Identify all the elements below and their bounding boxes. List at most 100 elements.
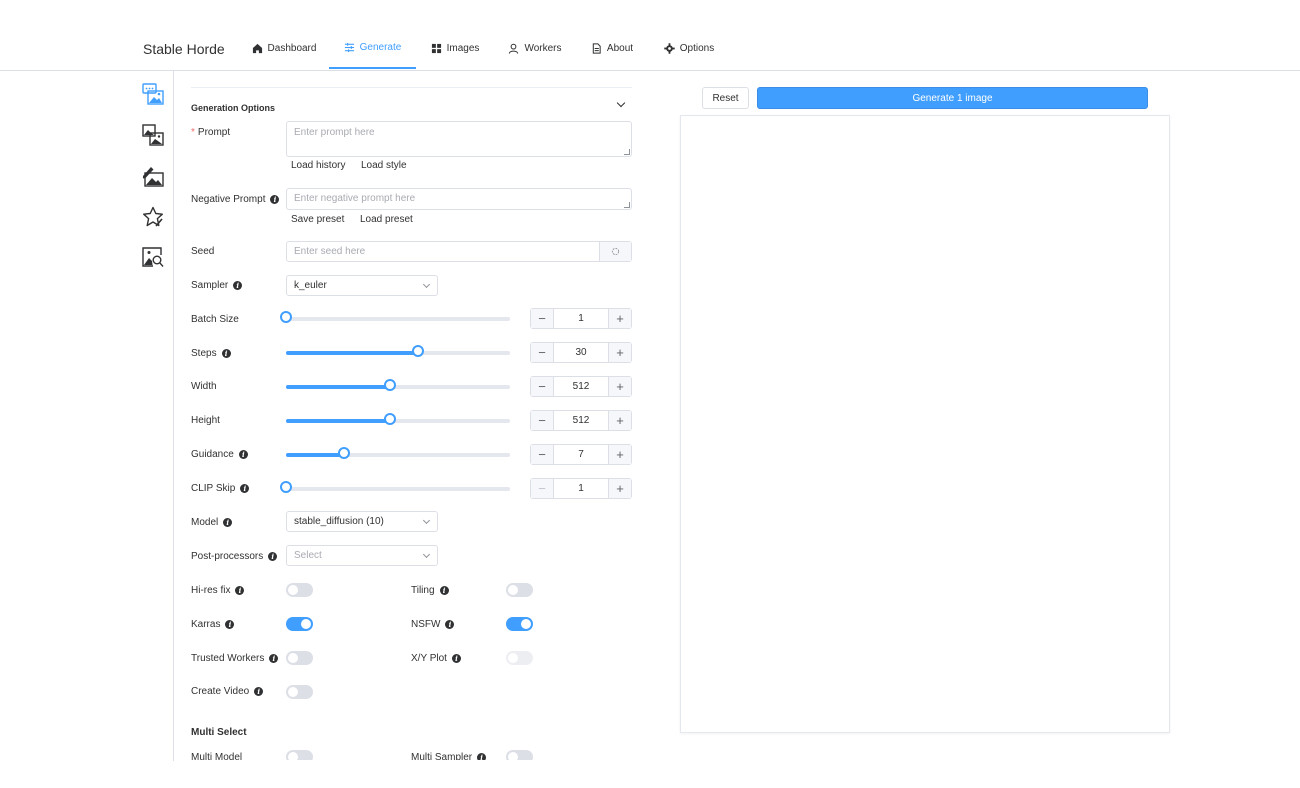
decrement-button[interactable]: − bbox=[531, 411, 554, 430]
multi-sampler-label: Multi Sampler i bbox=[411, 750, 487, 761]
create-video-label-text: Create Video bbox=[191, 685, 250, 697]
random-seed-button[interactable] bbox=[599, 242, 631, 261]
info-icon[interactable]: i bbox=[270, 194, 280, 204]
sampler-value: k_euler bbox=[294, 280, 327, 291]
increment-button[interactable]: + bbox=[608, 377, 631, 396]
prompt-input[interactable]: Enter prompt here bbox=[286, 121, 632, 157]
info-icon[interactable]: i bbox=[240, 483, 250, 493]
xy-plot-switch[interactable] bbox=[506, 651, 533, 665]
image-to-image-icon[interactable] bbox=[142, 124, 164, 146]
text-to-image-icon[interactable] bbox=[142, 83, 164, 105]
decrement-button[interactable]: − bbox=[531, 343, 554, 362]
info-icon[interactable]: i bbox=[235, 585, 245, 595]
nav-workers[interactable]: Workers bbox=[502, 28, 568, 69]
guidance-slider[interactable] bbox=[286, 447, 510, 459]
clip-skip-value[interactable]: 1 bbox=[554, 479, 608, 498]
increment-button[interactable]: + bbox=[608, 411, 631, 430]
hires-fix-label-text: Hi-res fix bbox=[191, 584, 231, 596]
save-preset-link[interactable]: Save preset bbox=[291, 214, 344, 225]
post-processors-select[interactable]: Select bbox=[286, 545, 438, 566]
negative-prompt-label-text: Negative Prompt bbox=[191, 193, 266, 205]
generation-options-collapse[interactable]: Generation Options bbox=[191, 98, 632, 113]
model-select[interactable]: stable_diffusion (10) bbox=[286, 511, 438, 532]
sampler-select[interactable]: k_euler bbox=[286, 275, 438, 296]
post-processors-placeholder: Select bbox=[294, 550, 322, 561]
model-label-text: Model bbox=[191, 516, 219, 528]
multi-sampler-label-text: Multi Sampler bbox=[411, 751, 473, 761]
batch-size-slider[interactable] bbox=[280, 311, 510, 323]
xy-plot-label: X/Y Plot i bbox=[411, 651, 461, 665]
increment-button[interactable]: + bbox=[608, 343, 631, 362]
info-icon[interactable]: i bbox=[223, 517, 233, 527]
nsfw-switch[interactable] bbox=[506, 617, 533, 631]
rating-star-icon[interactable] bbox=[142, 206, 164, 228]
info-icon[interactable]: i bbox=[445, 619, 455, 629]
info-icon[interactable]: i bbox=[221, 348, 231, 358]
load-style-link[interactable]: Load style bbox=[361, 160, 407, 171]
decrement-button[interactable]: − bbox=[531, 377, 554, 396]
guidance-value[interactable]: 7 bbox=[554, 445, 608, 464]
info-icon[interactable]: i bbox=[439, 585, 449, 595]
slider-handle[interactable] bbox=[280, 481, 292, 493]
switch-knob bbox=[288, 653, 298, 663]
trusted-workers-label-text: Trusted Workers bbox=[191, 652, 265, 664]
karras-switch[interactable] bbox=[286, 617, 313, 631]
nav-options[interactable]: Options bbox=[656, 28, 722, 69]
home-icon bbox=[252, 43, 262, 54]
info-icon[interactable]: i bbox=[269, 653, 279, 663]
slider-handle[interactable] bbox=[384, 379, 397, 391]
seed-input[interactable]: Enter seed here bbox=[286, 241, 632, 262]
nav-about[interactable]: About bbox=[584, 28, 640, 69]
inpainting-icon[interactable] bbox=[142, 165, 164, 187]
steps-slider[interactable] bbox=[286, 345, 510, 357]
load-preset-link[interactable]: Load preset bbox=[360, 214, 413, 225]
reset-button[interactable]: Reset bbox=[702, 87, 749, 109]
create-video-switch[interactable] bbox=[286, 685, 313, 699]
clip-skip-label: CLIP Skip i bbox=[191, 481, 250, 495]
decrement-button[interactable]: − bbox=[531, 445, 554, 464]
tiling-switch[interactable] bbox=[506, 583, 533, 597]
load-history-link[interactable]: Load history bbox=[291, 160, 345, 171]
clip-skip-slider[interactable] bbox=[280, 481, 510, 493]
info-icon[interactable]: i bbox=[233, 280, 243, 290]
nav-images[interactable]: Images bbox=[424, 28, 486, 69]
slider-handle[interactable] bbox=[412, 345, 425, 357]
slider-handle[interactable] bbox=[384, 413, 397, 425]
info-icon[interactable]: i bbox=[451, 653, 461, 663]
image-search-icon[interactable] bbox=[142, 246, 164, 268]
switch-knob bbox=[288, 585, 298, 595]
switch-knob bbox=[508, 585, 518, 595]
seed-label: Seed bbox=[191, 245, 215, 257]
increment-button[interactable]: + bbox=[608, 479, 631, 498]
brand-title[interactable]: Stable Horde bbox=[143, 41, 225, 57]
tiling-label: Tiling i bbox=[411, 583, 449, 597]
info-icon[interactable]: i bbox=[238, 449, 248, 459]
width-value[interactable]: 512 bbox=[554, 377, 608, 396]
width-slider[interactable] bbox=[286, 379, 510, 391]
generate-button[interactable]: Generate 1 image bbox=[757, 87, 1148, 109]
negative-prompt-input[interactable]: Enter negative prompt here bbox=[286, 188, 632, 210]
info-icon[interactable]: i bbox=[268, 551, 278, 561]
steps-value[interactable]: 30 bbox=[554, 343, 608, 362]
multi-sampler-switch[interactable] bbox=[506, 750, 533, 760]
trusted-workers-switch[interactable] bbox=[286, 651, 313, 665]
height-slider[interactable] bbox=[286, 413, 510, 425]
increment-button[interactable]: + bbox=[608, 309, 631, 328]
slider-handle[interactable] bbox=[338, 447, 351, 459]
multi-model-switch[interactable] bbox=[286, 750, 313, 760]
height-value[interactable]: 512 bbox=[554, 411, 608, 430]
hires-fix-switch[interactable] bbox=[286, 583, 313, 597]
decrement-button[interactable]: − bbox=[531, 479, 554, 498]
info-icon[interactable]: i bbox=[254, 686, 264, 696]
slider-handle[interactable] bbox=[280, 311, 292, 323]
increment-button[interactable]: + bbox=[608, 445, 631, 464]
clip-skip-label-text: CLIP Skip bbox=[191, 482, 236, 494]
nav-dashboard[interactable]: Dashboard bbox=[244, 28, 324, 69]
karras-label-text: Karras bbox=[191, 618, 221, 630]
info-icon[interactable]: i bbox=[477, 752, 487, 760]
decrement-button[interactable]: − bbox=[531, 309, 554, 328]
info-icon[interactable]: i bbox=[225, 619, 235, 629]
nav-label: Workers bbox=[524, 43, 562, 54]
batch-size-value[interactable]: 1 bbox=[554, 309, 608, 328]
nav-generate[interactable]: Generate bbox=[329, 28, 416, 69]
